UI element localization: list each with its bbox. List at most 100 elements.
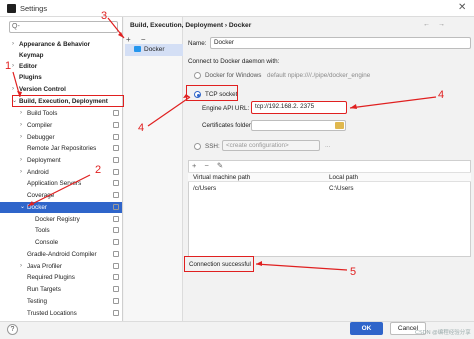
connection-status-text: Connection successful	[189, 261, 251, 268]
tree-item-label: Testing	[27, 298, 47, 305]
project-settings-icon	[113, 134, 119, 140]
tree-item-label: Required Plugins	[27, 274, 75, 281]
project-settings-icon	[113, 204, 119, 210]
tree-item-appearance-behavior[interactable]: › Appearance & Behavior	[0, 39, 122, 50]
tree-item-label: Debugger	[27, 134, 55, 141]
tree-item-keymap[interactable]: Keymap	[0, 50, 122, 61]
close-icon[interactable]: ✕	[458, 2, 466, 13]
certificates-folder-field[interactable]	[251, 120, 346, 131]
project-settings-icon	[113, 169, 119, 175]
tree-item-label: Application Servers	[27, 180, 82, 187]
breadcrumb: Build, Execution, Deployment › Docker	[130, 22, 252, 29]
tree-item-label: Version Control	[19, 86, 66, 93]
tree-item-version-control[interactable]: › Version Control	[0, 84, 122, 95]
project-settings-icon	[113, 298, 119, 304]
tree-item-label: Editor	[19, 63, 38, 70]
tree-item-label: Docker	[27, 204, 47, 211]
tree-item-testing[interactable]: Testing	[0, 296, 122, 307]
tree-item-label: Deployment	[27, 157, 61, 164]
tree-item-label: Compiler	[27, 122, 53, 129]
project-settings-icon	[113, 145, 119, 151]
tree-item-docker-registry[interactable]: Docker Registry	[0, 214, 122, 225]
table-row-local-path[interactable]: C:\Users	[329, 185, 354, 192]
tree-item-run-targets[interactable]: Run Targets	[0, 284, 122, 295]
tree-item-debugger[interactable]: › Debugger	[0, 132, 122, 143]
tree-item-label: Docker Registry	[35, 216, 80, 223]
tree-item-java-profiler[interactable]: › Java Profiler	[0, 261, 122, 272]
project-settings-icon	[113, 180, 119, 186]
docker-list-panel	[124, 17, 183, 321]
tree-item-label: Console	[35, 239, 59, 246]
tree-item-console[interactable]: Console	[0, 237, 122, 248]
ssh-radio[interactable]	[194, 143, 201, 150]
docker-for-windows-radio[interactable]	[194, 72, 201, 79]
chevron-right-icon[interactable]: ›	[20, 132, 22, 143]
connect-label: Connect to Docker daemon with:	[188, 58, 280, 65]
project-settings-icon	[113, 110, 119, 116]
annotation-box-tcp	[186, 85, 238, 101]
tree-item-label: Plugins	[19, 74, 42, 81]
engine-api-url-field[interactable]: tcp://192.168.2. 2375	[251, 101, 347, 114]
annotation-number-5: 5	[350, 266, 357, 278]
tree-item-label: Tools	[35, 227, 50, 234]
chevron-right-icon[interactable]: ›	[12, 39, 14, 50]
folder-icon[interactable]	[335, 122, 344, 129]
tree-item-deployment[interactable]: › Deployment	[0, 155, 122, 166]
settings-window: Settings ✕ Q- › Appearance & Behavior Keym…	[0, 0, 474, 339]
intellij-icon	[7, 4, 16, 13]
add-remove-toolbar[interactable]: + −	[126, 35, 150, 44]
ssh-configuration-select[interactable]: <create configuration>	[222, 140, 320, 151]
annotation-number-4a: 4	[138, 122, 145, 134]
docker-list-item[interactable]: Docker	[125, 44, 183, 56]
table-row-vm-path[interactable]: /c/Users	[193, 185, 216, 192]
tree-item-compiler[interactable]: › Compiler	[0, 120, 122, 131]
column-header-local-path: Local path	[329, 174, 359, 181]
tree-item-coverage[interactable]: Coverage	[0, 190, 122, 201]
tree-item-application-servers[interactable]: Application Servers	[0, 178, 122, 189]
tree-item-docker[interactable]: ⌄ Docker	[0, 202, 122, 213]
path-mappings-toolbar[interactable]: + − ✎	[192, 161, 226, 170]
tree-item-android[interactable]: › Android	[0, 167, 122, 178]
project-settings-icon	[113, 251, 119, 257]
project-settings-icon	[113, 227, 119, 233]
ssh-more-button[interactable]: ...	[325, 142, 330, 149]
ssh-label: SSH:	[205, 143, 220, 150]
tree-item-label: Build Tools	[27, 110, 58, 117]
chevron-right-icon[interactable]: ›	[20, 108, 22, 119]
title-bar: Settings ✕	[0, 0, 474, 17]
name-label: Name:	[188, 40, 207, 47]
chevron-right-icon[interactable]: ›	[20, 261, 22, 272]
chevron-right-icon[interactable]: ›	[12, 61, 14, 72]
tree-item-plugins[interactable]: Plugins	[0, 72, 122, 83]
tree-item-required-plugins[interactable]: Required Plugins	[0, 272, 122, 283]
docker-for-windows-hint: default npipe:////./pipe/docker_engine	[267, 72, 371, 79]
project-settings-icon	[113, 216, 119, 222]
ok-button[interactable]: OK	[350, 322, 383, 335]
tree-item-label: Keymap	[19, 52, 44, 59]
tree-item-tools[interactable]: Tools	[0, 225, 122, 236]
tree-item-label: Coverage	[27, 192, 55, 199]
chevron-right-icon[interactable]: ›	[20, 120, 22, 131]
chevron-right-icon[interactable]: ›	[20, 167, 22, 178]
chevron-right-icon[interactable]: ›	[12, 84, 14, 95]
column-header-vm-path: Virtual machine path	[193, 174, 251, 181]
help-button[interactable]: ?	[7, 324, 18, 335]
tree-item-trusted-locations[interactable]: Trusted Locations	[0, 308, 122, 319]
chevron-down-icon[interactable]: ⌄	[20, 202, 25, 213]
search-input[interactable]: Q-	[9, 21, 118, 33]
tree-item-gradle-android-compiler[interactable]: Gradle-Android Compiler	[0, 249, 122, 260]
project-settings-icon	[113, 157, 119, 163]
tree-item-editor[interactable]: › Editor	[0, 61, 122, 72]
tree-item-build-tools[interactable]: › Build Tools	[0, 108, 122, 119]
project-settings-icon	[113, 274, 119, 280]
annotation-box-build	[12, 95, 124, 107]
project-settings-icon	[113, 263, 119, 269]
docker-icon	[134, 46, 141, 52]
nav-arrows[interactable]: ← →	[423, 21, 448, 28]
tree-item-remote-jar-repositories[interactable]: Remote Jar Repositories	[0, 143, 122, 154]
tree-item-label: Gradle-Android Compiler	[27, 251, 97, 258]
name-field[interactable]: Docker	[210, 37, 471, 49]
project-settings-icon	[113, 122, 119, 128]
chevron-right-icon[interactable]: ›	[20, 155, 22, 166]
tree-item-label: Trusted Locations	[27, 310, 77, 317]
